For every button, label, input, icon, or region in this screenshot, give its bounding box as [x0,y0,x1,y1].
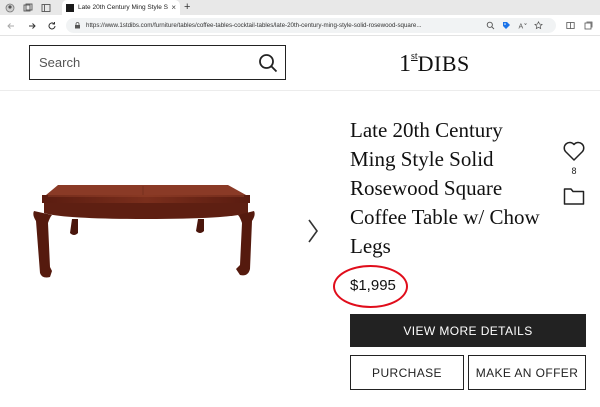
back-icon[interactable] [4,19,17,32]
make-an-offer-button[interactable]: MAKE AN OFFER [468,355,586,390]
product-image[interactable] [28,175,258,285]
address-bar[interactable]: https://www.1stdibs.com/furniture/tables… [66,18,556,33]
logo-dibs: DIBS [417,51,470,76]
split-screen-icon[interactable] [564,19,576,31]
next-image-chevron-icon[interactable] [306,218,320,244]
close-tab-icon[interactable]: × [171,3,176,12]
search-icon[interactable] [258,53,278,73]
product-price: $1,995 [350,277,396,294]
workspaces-icon[interactable] [22,2,34,13]
read-aloud-icon[interactable]: A [516,19,528,31]
active-tab[interactable]: Late 20th Century Ming Style Soli × [62,0,180,15]
svg-text:A: A [518,23,523,30]
favorite-heart-icon[interactable] [562,140,586,162]
profile-icon[interactable] [4,2,16,13]
tab-actions-icon[interactable] [40,2,52,13]
logo-st: st [411,51,418,62]
favorites-star-icon[interactable] [532,19,544,31]
site-logo[interactable]: 1 st DIBS [399,50,470,77]
zoom-icon[interactable] [484,19,496,31]
new-tab-button[interactable]: + [184,1,190,13]
favorites-count: 8 [571,166,577,176]
lock-icon [74,22,81,29]
view-more-details-button[interactable]: VIEW MORE DETAILS [350,314,586,347]
browser-toolbar: https://www.1stdibs.com/furniture/tables… [0,15,600,36]
site-favicon-icon [66,3,74,12]
search-input[interactable] [30,47,240,78]
site-header: 1 st DIBS [0,36,600,91]
forward-icon[interactable] [25,19,38,32]
search-box[interactable] [29,45,286,80]
product-title: Late 20th Century Ming Style Solid Rosew… [350,118,540,258]
tab-title: Late 20th Century Ming Style Soli [78,4,169,11]
reload-icon[interactable] [45,19,58,32]
browser-tab-strip: Late 20th Century Ming Style Soli × + [0,0,600,15]
folder-icon[interactable] [563,186,585,206]
coupon-tag-icon[interactable] [500,19,512,31]
url-text: https://www.1stdibs.com/furniture/tables… [86,22,422,29]
logo-one: 1 [399,51,411,77]
collections-icon[interactable] [582,19,594,31]
purchase-button[interactable]: PURCHASE [350,355,464,390]
